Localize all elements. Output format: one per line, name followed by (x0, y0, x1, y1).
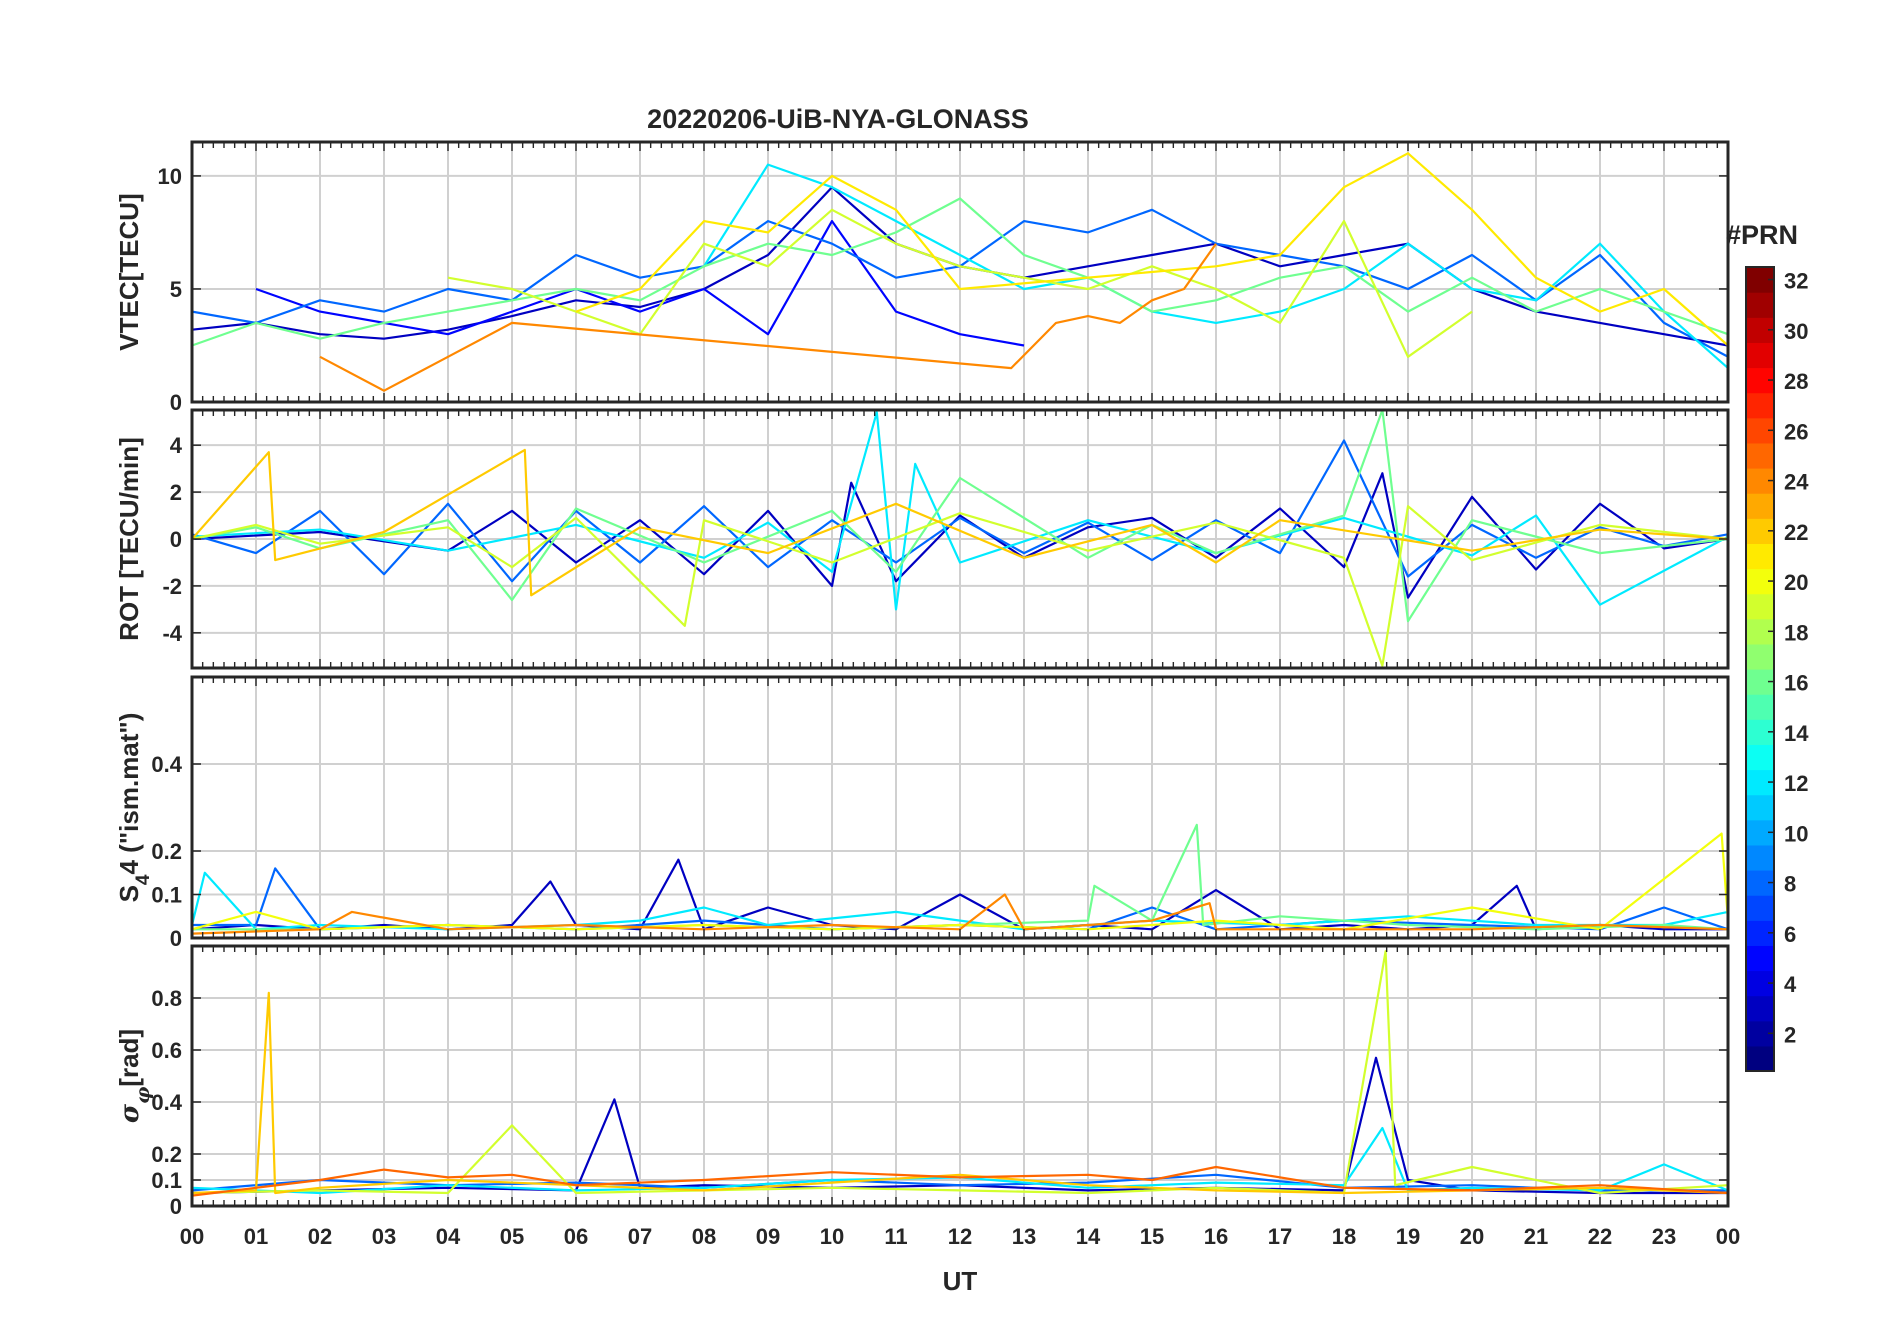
x-tick-label: 19 (1396, 1224, 1420, 1249)
x-tick-label: 00 (1716, 1224, 1740, 1249)
colorbar-tick-label: 6 (1784, 922, 1796, 947)
colorbar-label: #PRN (1726, 220, 1798, 250)
colorbar-cell (1746, 694, 1774, 720)
x-tick-label: 05 (500, 1224, 524, 1249)
y-tick-label: 0 (170, 527, 182, 552)
x-axis-label: UT (943, 1266, 978, 1296)
y-axis-label: σφ[rad] (114, 1029, 154, 1123)
y-tick-label: 0.2 (151, 839, 182, 864)
x-tick-label: 02 (308, 1224, 332, 1249)
y-tick-label: 0.4 (151, 1090, 182, 1115)
colorbar-cell (1746, 1045, 1774, 1072)
colorbar-cell (1746, 794, 1774, 821)
y-axis-label: ROT [TECU/min] (114, 437, 144, 641)
figure-title: 20220206-UiB-NYA-GLONASS (647, 104, 1029, 134)
x-tick-label: 13 (1012, 1224, 1036, 1249)
colorbar-cell (1746, 292, 1774, 318)
x-tick-label: 16 (1204, 1224, 1228, 1249)
colorbar-cell (1746, 543, 1774, 570)
y-tick-label: -4 (162, 621, 182, 646)
x-tick-label: 14 (1076, 1224, 1101, 1249)
figure: 20220206-UiB-NYA-GLONASS 0510VTEC[TECU]-… (114, 104, 1809, 1296)
panels: 0510VTEC[TECU]-4-2024ROT [TECU/min]00.10… (114, 140, 1730, 1219)
y-tick-label: 2 (170, 480, 182, 505)
colorbar-tick-label: 12 (1784, 771, 1808, 796)
rot-panel: -4 -2 0 2 4 ROT [TECU/min] (114, 408, 1730, 670)
colorbar-tick-label: 24 (1784, 470, 1809, 495)
colorbar-cell (1746, 593, 1774, 620)
colorbar-cell (1746, 392, 1774, 419)
x-tick-label: 12 (948, 1224, 972, 1249)
colorbar-cell (1746, 945, 1774, 972)
colorbar-tick-label: 18 (1784, 620, 1808, 645)
colorbar-tick-label: 20 (1784, 570, 1808, 595)
colorbar-tick-label: 16 (1784, 671, 1808, 696)
colorbar-tick-label: 8 (1784, 872, 1796, 897)
x-tick-label: 11 (884, 1224, 907, 1249)
x-tick-label: 20 (1460, 1224, 1484, 1249)
y-tick-label: 0.8 (151, 986, 182, 1011)
x-tick-label: 15 (1140, 1224, 1164, 1249)
x-tick-label: 17 (1268, 1224, 1292, 1249)
y-tick-label: 0 (170, 390, 182, 415)
x-tick-label: 07 (628, 1224, 652, 1249)
x-tick-labels: 00 01 02 03 04 05 06 07 08 09 10 11 12 13 14 15 16 17 18 19… (180, 1224, 1740, 1249)
s4-panel: 0 0.1 0.2 0.4S44 ("ism.mat") (114, 675, 1730, 951)
colorbar-tick-label: 14 (1784, 721, 1809, 746)
colorbar-tick-label: 22 (1784, 520, 1808, 545)
y-tick-label: 5 (170, 277, 182, 302)
x-tick-label: 23 (1652, 1224, 1676, 1249)
x-tick-label: 03 (372, 1224, 396, 1249)
x-tick-label: 10 (820, 1224, 844, 1249)
colorbar-cell (1746, 493, 1774, 519)
colorbar-cell (1746, 744, 1774, 771)
colorbar-cell (1746, 442, 1774, 469)
x-tick-label: 21 (1524, 1224, 1548, 1249)
y-tick-label: 0.2 (151, 1142, 182, 1167)
vtec-panel: 0 5 10 VTEC[TECU] (114, 140, 1730, 415)
colorbar-tick-label: 4 (1784, 972, 1797, 997)
x-tick-label: 09 (756, 1224, 780, 1249)
y-tick-label: 0.1 (151, 1168, 182, 1193)
sigma-phi-panel: 00.10.2 0.4 0.6 0.8 σφ[rad] (114, 944, 1730, 1219)
colorbar-tick-label: 30 (1784, 319, 1808, 344)
x-tick-label: 00 (180, 1224, 204, 1249)
x-tick-label: 06 (564, 1224, 588, 1249)
colorbar-cells (1746, 267, 1774, 1072)
y-tick-label: 0 (170, 926, 182, 951)
colorbar-cell (1746, 844, 1774, 871)
y-tick-label: 10 (158, 164, 182, 189)
x-tick-label: 08 (692, 1224, 716, 1249)
colorbar-tick-label: 2 (1784, 1022, 1796, 1047)
x-tick-label: 22 (1588, 1224, 1612, 1249)
x-tick-label: 18 (1332, 1224, 1356, 1249)
colorbar-tick-label: 26 (1784, 419, 1808, 444)
x-tick-label: 04 (436, 1224, 461, 1249)
colorbar-tick-label: 32 (1784, 269, 1808, 294)
colorbar: #PRN 2468101214161820222426283032 (1726, 220, 1809, 1072)
y-tick-label: 0.6 (151, 1038, 182, 1063)
colorbar-tick-label: 28 (1784, 369, 1808, 394)
y-tick-label: -2 (162, 574, 182, 599)
colorbar-cell (1746, 995, 1774, 1022)
x-tick-label: 01 (244, 1224, 268, 1249)
colorbar-cell (1746, 895, 1774, 921)
y-axis-label: VTEC[TECU] (114, 193, 144, 350)
y-tick-label: 0 (170, 1194, 182, 1219)
colorbar-cell (1746, 643, 1774, 670)
colorbar-tick-label: 10 (1784, 821, 1808, 846)
y-tick-label: 0.4 (151, 752, 182, 777)
y-tick-label: 0.1 (151, 883, 182, 908)
y-tick-label: 4 (170, 433, 183, 458)
y-axis-label: S44 ("ism.mat") (114, 713, 154, 903)
colorbar-cell (1746, 342, 1774, 369)
